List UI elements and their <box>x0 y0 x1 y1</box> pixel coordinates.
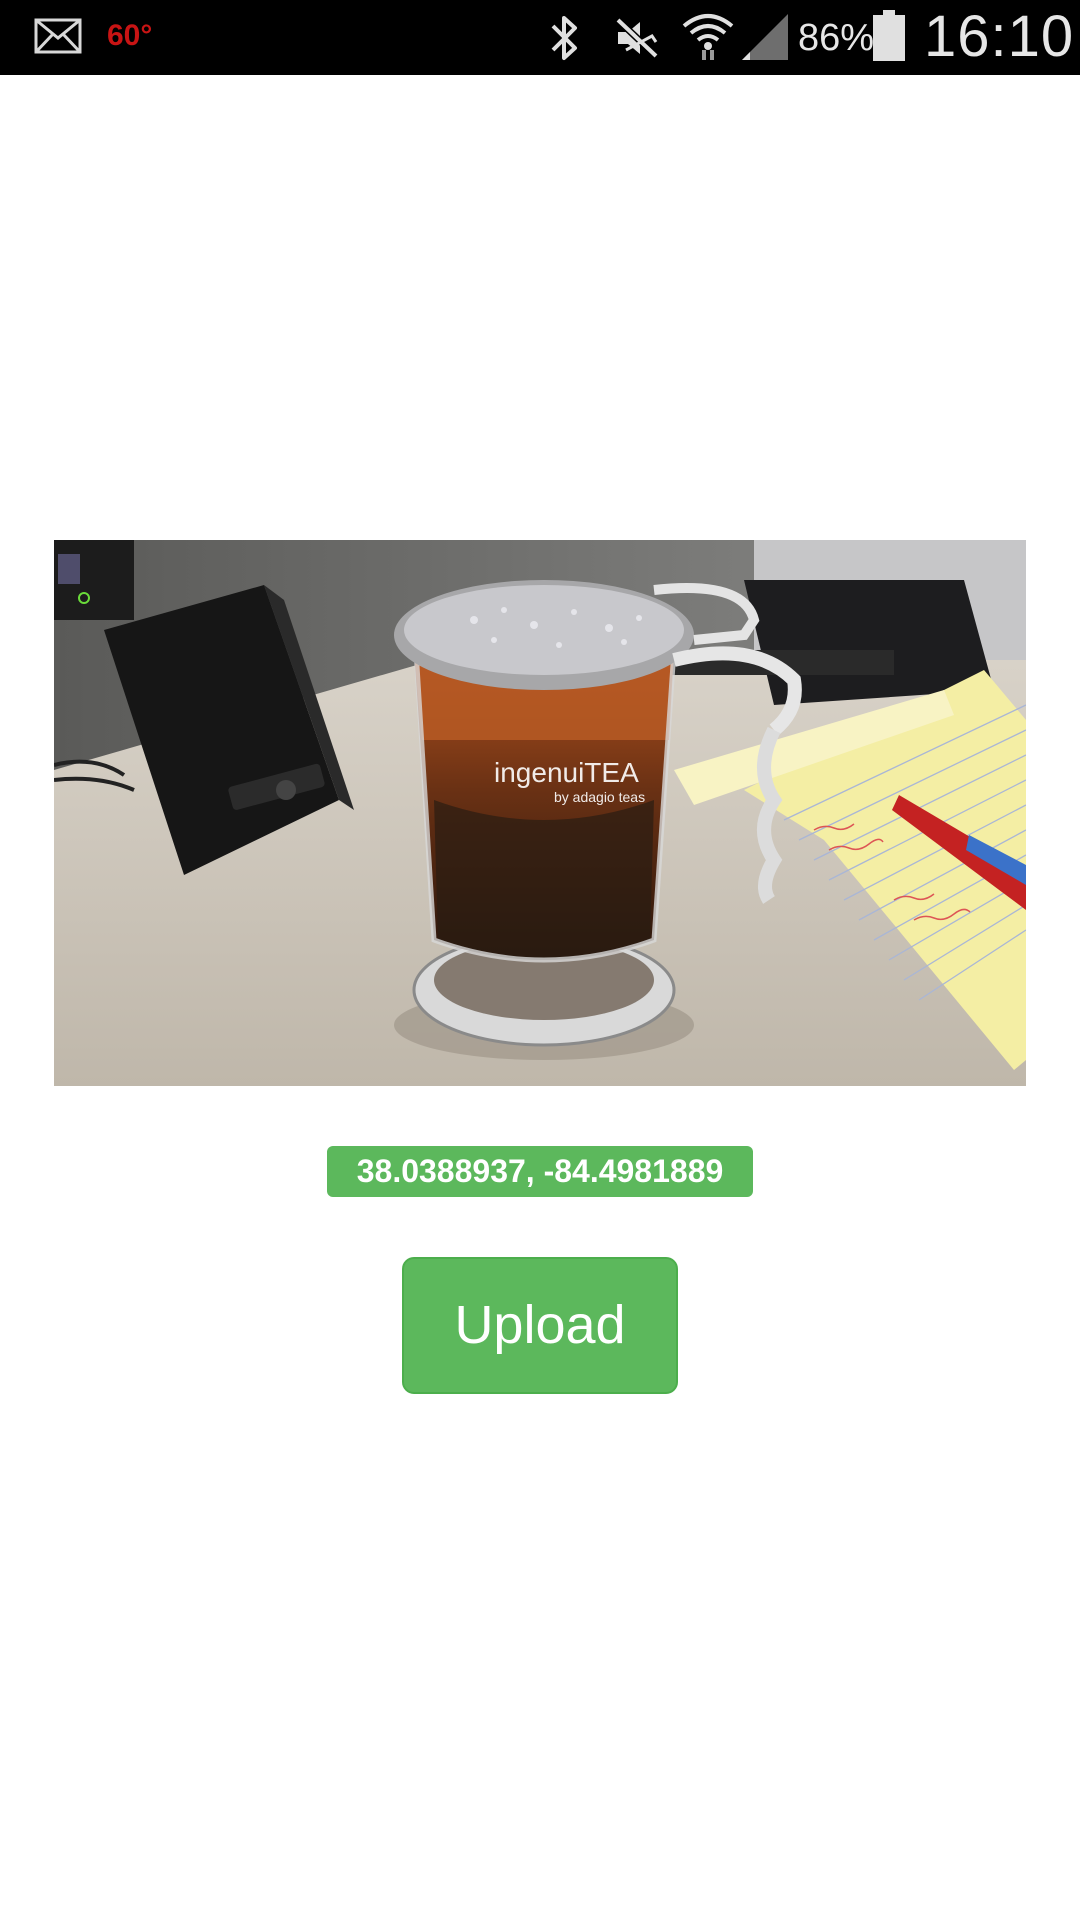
wifi-icon <box>682 14 734 60</box>
status-clock: 16:10 <box>924 4 1075 69</box>
weather-temperature: 60° <box>107 19 153 52</box>
battery-icon <box>873 10 905 61</box>
product-logo-subtext: by adagio teas <box>554 789 645 805</box>
battery-percent: 86% <box>798 17 875 59</box>
app-screen: 60° 86% 16:10 ingenuiTEA by adagio teas … <box>0 0 1080 1920</box>
upload-button[interactable]: Upload <box>402 1257 678 1394</box>
mute-icon <box>615 17 659 59</box>
signal-icon <box>742 14 788 60</box>
photo-preview: ingenuiTEA by adagio teas <box>54 540 1026 1086</box>
product-logo-text: ingenuiTEA <box>494 757 639 788</box>
bluetooth-icon <box>551 16 577 60</box>
status-bar: 60° 86% 16:10 <box>0 0 1080 75</box>
location-coordinates-badge: 38.0388937, -84.4981889 <box>327 1146 753 1197</box>
mail-icon <box>34 18 82 54</box>
